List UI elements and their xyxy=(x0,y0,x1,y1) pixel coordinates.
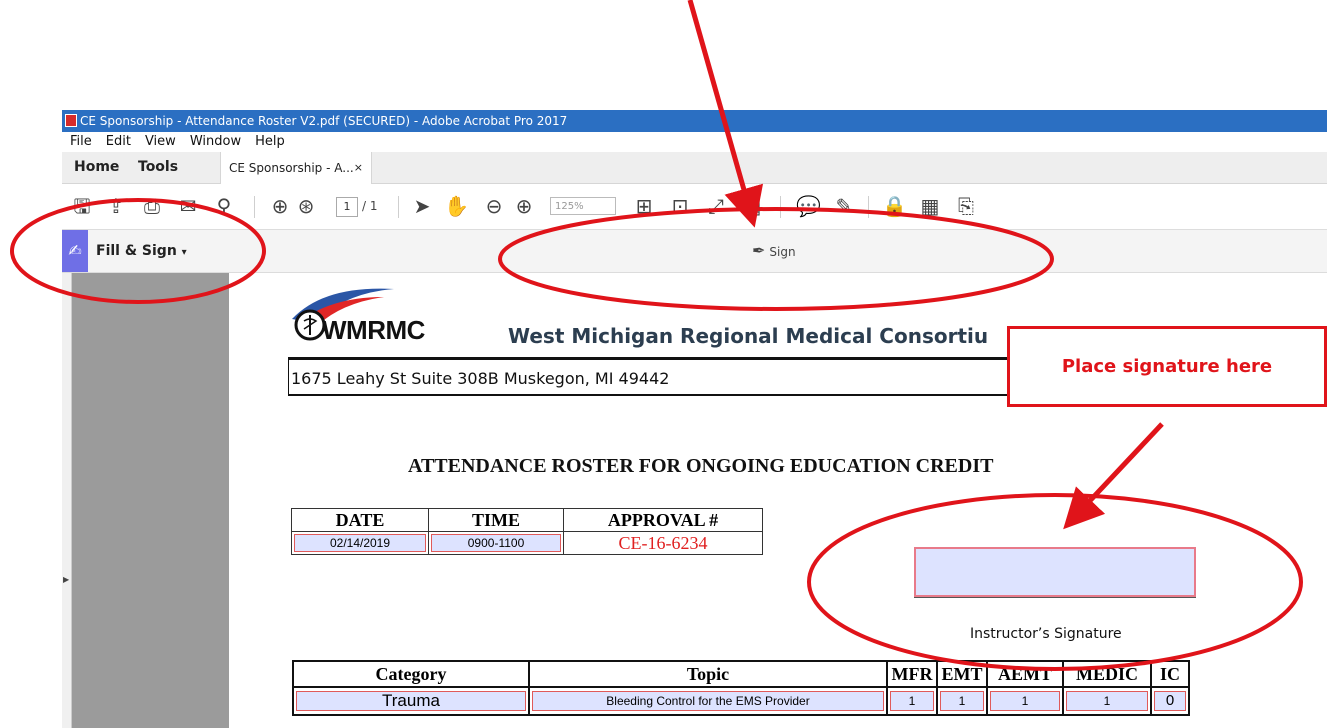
annotation-arrow-signature xyxy=(1063,422,1164,530)
annotation-circle-fill-sign xyxy=(10,198,266,304)
annotation-overlay xyxy=(10,0,1303,671)
annotation-arrow-sign xyxy=(687,0,764,228)
annotation-circle-signature xyxy=(807,493,1303,671)
annotation-circle-sign xyxy=(498,207,1054,311)
